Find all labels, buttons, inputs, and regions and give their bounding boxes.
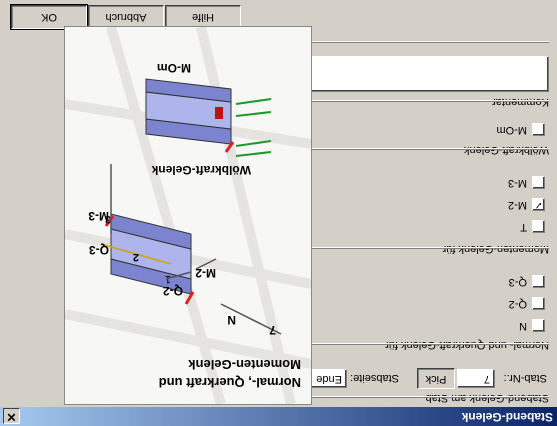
label-n: N: [227, 313, 236, 327]
woelb-group-label: Wölbkraft-Gelenk: [464, 144, 549, 156]
checkbox-m3-label: M-3: [508, 177, 527, 189]
checkbox-mom[interactable]: [532, 123, 545, 136]
checkbox-t[interactable]: [532, 220, 545, 233]
dialog-window: Stabend-Gelenk ✕ Stabend-Gelenk am Stab …: [0, 0, 557, 426]
pick-button[interactable]: Pick: [417, 368, 455, 389]
check-icon: ✓: [534, 199, 543, 210]
label-2: 2: [133, 251, 139, 263]
checkbox-q2[interactable]: [532, 297, 545, 310]
checkbox-q2-label: Q-2: [508, 298, 527, 310]
stab-nr-label: Stab-Nr.:: [503, 372, 547, 384]
stabseite-label: Stabseite:: [350, 372, 399, 384]
stab-nr-input[interactable]: 7: [457, 369, 495, 388]
label-q3: Q-3: [89, 243, 109, 257]
checkbox-q3[interactable]: [532, 275, 545, 288]
checkbox-m2-label: M-2: [508, 199, 527, 211]
preview-caption-2: Momenten-Gelenk: [188, 357, 301, 372]
stabend-group-label: Stabend-Gelenk am Stab: [425, 392, 549, 404]
close-button[interactable]: ✕: [3, 408, 20, 424]
momenten-group-label: Momenten-Gelenk für: [442, 243, 549, 255]
stab-nr-value: 7: [483, 373, 490, 385]
hinge-preview-image: Normal-, Querkraft und Momenten-Gelenk 7…: [64, 26, 312, 405]
close-icon: ✕: [6, 410, 17, 424]
checkbox-mom-label: M-Om: [496, 124, 527, 136]
preview-caption-1: Normal-, Querkraft und: [159, 375, 301, 390]
checkbox-m3[interactable]: [532, 176, 545, 189]
title-bar[interactable]: Stabend-Gelenk ✕: [0, 407, 557, 426]
kommentar-label: Kommentar: [492, 96, 549, 108]
checkbox-n[interactable]: [532, 319, 545, 332]
label-mom: M-Om: [157, 61, 191, 75]
window-title: Stabend-Gelenk: [461, 410, 553, 424]
label-q2: Q-2: [163, 284, 183, 298]
label-7: 7: [269, 323, 276, 337]
checkbox-t-label: T: [520, 221, 527, 233]
stabseite-value: Ende: [316, 373, 342, 385]
checkbox-m2[interactable]: ✓: [532, 198, 545, 211]
checkbox-n-label: N: [519, 320, 527, 332]
label-m2: M-2: [195, 266, 216, 280]
woelb-caption: Wölbkraft-Gelenk: [151, 163, 251, 177]
label-m3: M-3: [88, 209, 109, 223]
checkbox-q3-label: Q-3: [508, 276, 527, 288]
normal-group-label: Normal- und Querkraft-Gelenk für: [385, 339, 549, 351]
